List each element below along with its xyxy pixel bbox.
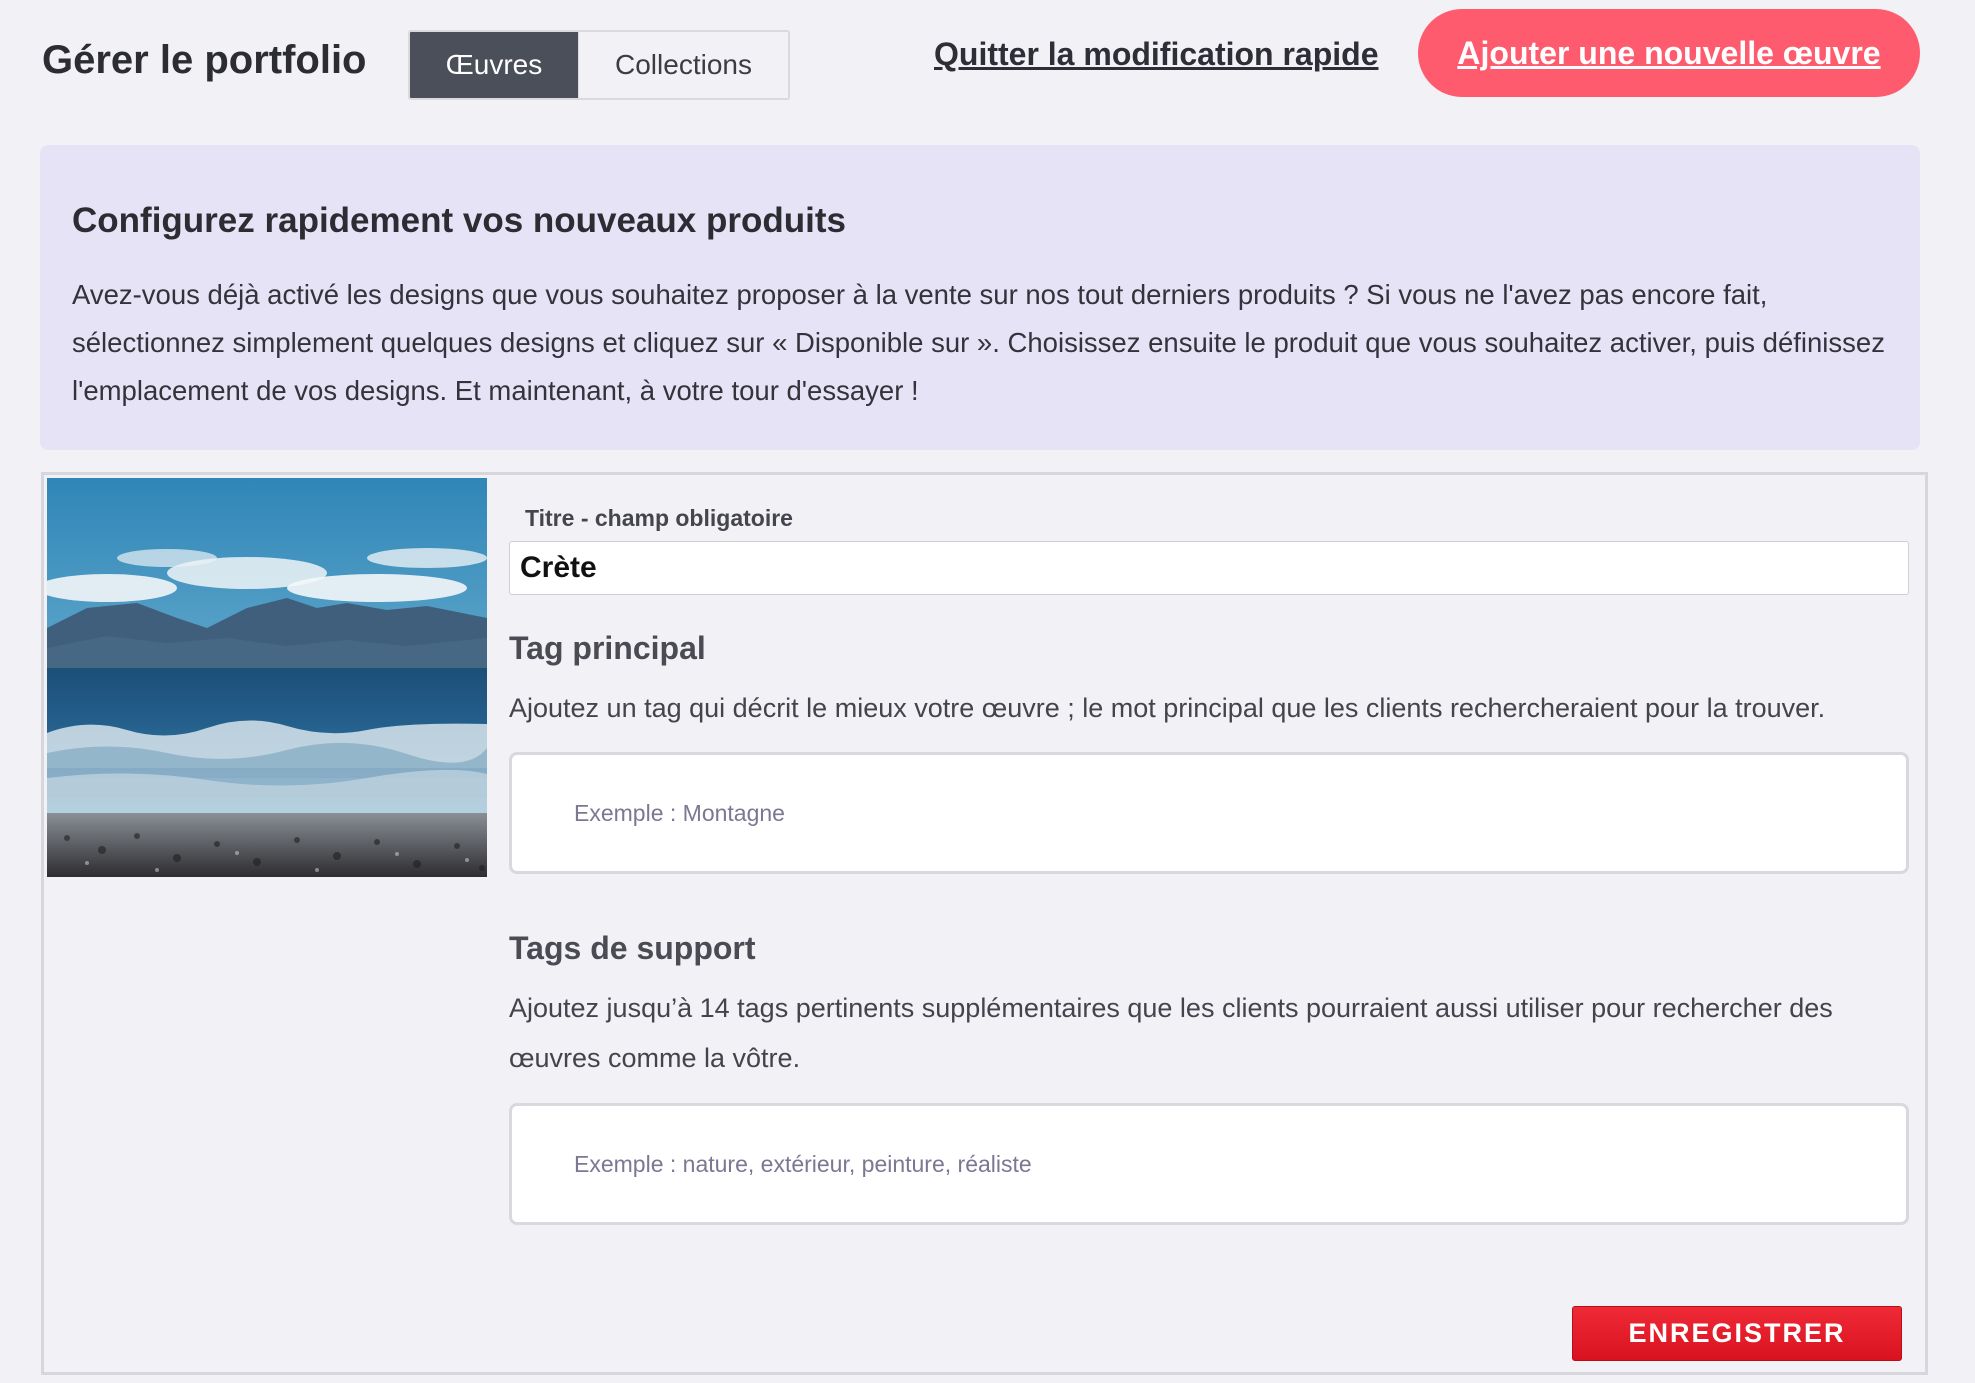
title-field[interactable] [509,541,1909,595]
support-tags-box[interactable] [509,1103,1909,1225]
main-tag-input[interactable] [572,798,1906,828]
main-tag-box[interactable] [509,752,1909,874]
view-switcher: Œuvres Collections [408,30,790,100]
sea-photo-image [47,478,487,877]
page-header: Gérer le portfolio Œuvres Collections Qu… [0,0,1975,130]
title-field-label: Titre - champ obligatoire [525,505,793,531]
save-button[interactable]: ENREGISTRER [1572,1306,1902,1361]
info-banner: Configurez rapidement vos nouveaux produ… [40,145,1920,450]
artwork-thumbnail[interactable] [47,478,487,877]
main-tag-heading: Tag principal [509,630,706,666]
support-tags-description: Ajoutez jusqu’à 14 tags pertinents suppl… [509,993,1833,1073]
quit-quick-edit-link[interactable]: Quitter la modification rapide [934,36,1379,73]
page-title: Gérer le portfolio [42,38,367,82]
main-tag-description: Ajoutez un tag qui décrit le mieux votre… [509,693,1826,723]
support-tags-input[interactable] [572,1149,1906,1179]
banner-title: Configurez rapidement vos nouveaux produ… [72,201,846,240]
banner-text: Avez-vous déjà activé les designs que vo… [72,279,1885,406]
tab-oeuvres[interactable]: Œuvres [410,32,578,98]
artwork-editor: Titre - champ obligatoire Tag principal … [41,472,1928,1375]
support-tags-heading: Tags de support [509,930,756,966]
tab-collections[interactable]: Collections [578,32,788,98]
add-new-artwork-button[interactable]: Ajouter une nouvelle œuvre [1418,9,1920,97]
